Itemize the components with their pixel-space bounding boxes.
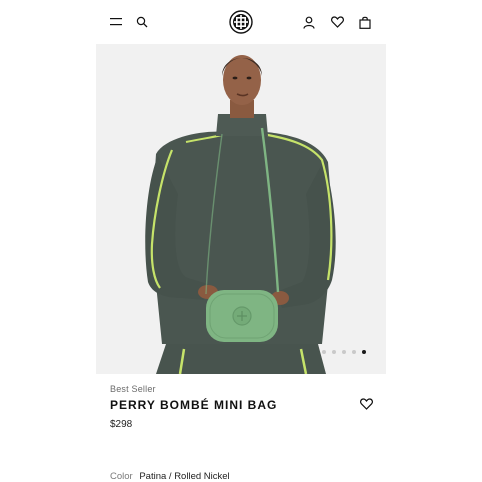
hamburger-menu-icon[interactable] [108, 14, 124, 30]
model-photo [96, 44, 386, 374]
carousel-dot[interactable] [332, 350, 336, 354]
carousel-dot[interactable] [322, 350, 326, 354]
color-label: Color [110, 471, 133, 482]
product-price: $298 [110, 419, 133, 430]
wishlist-heart-icon[interactable] [329, 14, 345, 30]
search-icon[interactable] [134, 14, 150, 30]
color-selection: Color Patina / Rolled Nickel [110, 471, 230, 482]
product-page: Best Seller PERRY BOMBÉ MINI BAG $298 Co… [96, 0, 386, 482]
add-to-wishlist-heart-icon[interactable] [360, 397, 374, 411]
site-header [96, 0, 386, 44]
carousel-dots [322, 350, 366, 354]
product-image[interactable] [96, 44, 386, 374]
brand-logo[interactable] [229, 10, 253, 34]
carousel-dot-active[interactable] [362, 350, 366, 354]
carousel-dot[interactable] [352, 350, 356, 354]
user-icon[interactable] [301, 14, 317, 30]
product-title: PERRY BOMBÉ MINI BAG [110, 398, 278, 412]
best-seller-badge: Best Seller [110, 384, 156, 394]
color-value: Patina / Rolled Nickel [139, 471, 230, 482]
carousel-dot[interactable] [342, 350, 346, 354]
shopping-bag-icon[interactable] [357, 14, 373, 30]
